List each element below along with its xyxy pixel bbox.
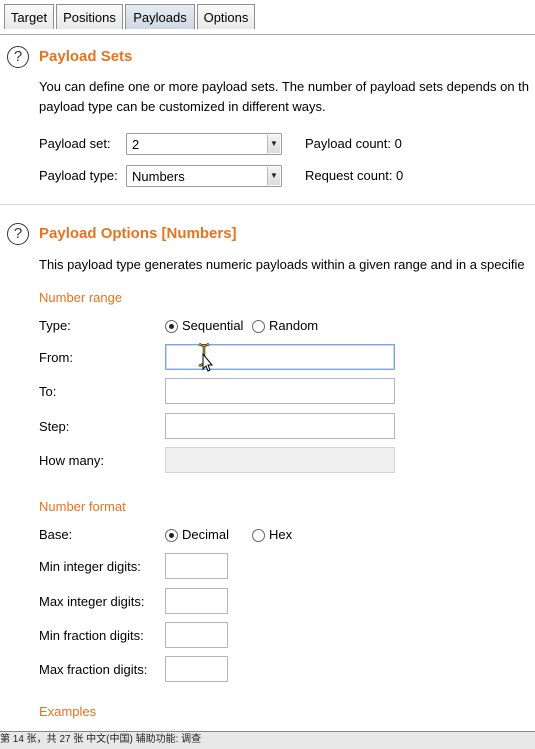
hex-radio[interactable] bbox=[252, 529, 265, 542]
tab-options[interactable]: Options bbox=[197, 4, 255, 29]
tab-target[interactable]: Target bbox=[4, 4, 54, 29]
base-label: Base: bbox=[39, 527, 73, 542]
hex-label[interactable]: Hex bbox=[269, 527, 292, 542]
payload-options-description: This payload type generates numeric payl… bbox=[39, 257, 525, 272]
tab-bar: Target Positions Payloads Options bbox=[0, 0, 535, 35]
min-fraction-digits-input[interactable] bbox=[165, 622, 228, 648]
payload-set-value: 2 bbox=[132, 137, 140, 152]
random-radio[interactable] bbox=[252, 320, 265, 333]
how-many-label: How many: bbox=[39, 453, 105, 468]
payload-sets-description-line2: payload type can be customized in differ… bbox=[39, 99, 326, 114]
tab-payloads[interactable]: Payloads bbox=[125, 4, 195, 29]
decimal-radio[interactable] bbox=[165, 529, 178, 542]
chevron-down-icon: ▼ bbox=[267, 167, 280, 185]
status-text: 第 14 张，共 27 张 中文(中国) 辅助功能: 调查 bbox=[0, 734, 202, 745]
tab-positions[interactable]: Positions bbox=[56, 4, 123, 29]
payload-sets-title: Payload Sets bbox=[39, 48, 133, 65]
payload-type-label: Payload type: bbox=[39, 168, 118, 183]
how-many-input bbox=[165, 447, 395, 473]
max-fraction-digits-input[interactable] bbox=[165, 656, 228, 682]
from-label: From: bbox=[39, 350, 73, 365]
max-integer-digits-label: Max integer digits: bbox=[39, 594, 145, 609]
min-integer-digits-label: Min integer digits: bbox=[39, 559, 141, 574]
status-bar: 第 14 张，共 27 张 中文(中国) 辅助功能: 调查 bbox=[0, 731, 535, 749]
payload-count: Payload count: 0 bbox=[305, 136, 402, 151]
sequential-label[interactable]: Sequential bbox=[182, 318, 243, 333]
type-label: Type: bbox=[39, 318, 71, 333]
payload-set-label: Payload set: bbox=[39, 136, 111, 151]
payload-set-select[interactable]: 2 ▼ bbox=[126, 133, 282, 155]
max-fraction-digits-label: Max fraction digits: bbox=[39, 662, 148, 677]
payload-options-title: Payload Options [Numbers] bbox=[39, 225, 237, 242]
to-label: To: bbox=[39, 384, 57, 399]
min-integer-digits-input[interactable] bbox=[165, 553, 228, 579]
decimal-label[interactable]: Decimal bbox=[182, 527, 229, 542]
to-input[interactable] bbox=[165, 378, 395, 404]
number-format-heading: Number format bbox=[39, 499, 126, 514]
step-input[interactable] bbox=[165, 413, 395, 439]
help-icon[interactable]: ? bbox=[7, 46, 29, 68]
payload-sets-description-line1: You can define one or more payload sets.… bbox=[39, 79, 530, 94]
payload-type-select[interactable]: Numbers ▼ bbox=[126, 165, 282, 187]
examples-heading: Examples bbox=[39, 704, 97, 719]
help-icon[interactable]: ? bbox=[7, 223, 29, 245]
max-integer-digits-input[interactable] bbox=[165, 588, 228, 614]
payload-type-value: Numbers bbox=[132, 169, 185, 184]
number-range-heading: Number range bbox=[39, 290, 123, 305]
request-count: Request count: 0 bbox=[305, 168, 404, 183]
section-divider bbox=[0, 204, 535, 205]
min-fraction-digits-label: Min fraction digits: bbox=[39, 628, 144, 643]
chevron-down-icon: ▼ bbox=[267, 135, 280, 153]
sequential-radio[interactable] bbox=[165, 320, 178, 333]
step-label: Step: bbox=[39, 419, 70, 434]
random-label[interactable]: Random bbox=[269, 318, 318, 333]
text-cursor-icon bbox=[198, 342, 213, 372]
